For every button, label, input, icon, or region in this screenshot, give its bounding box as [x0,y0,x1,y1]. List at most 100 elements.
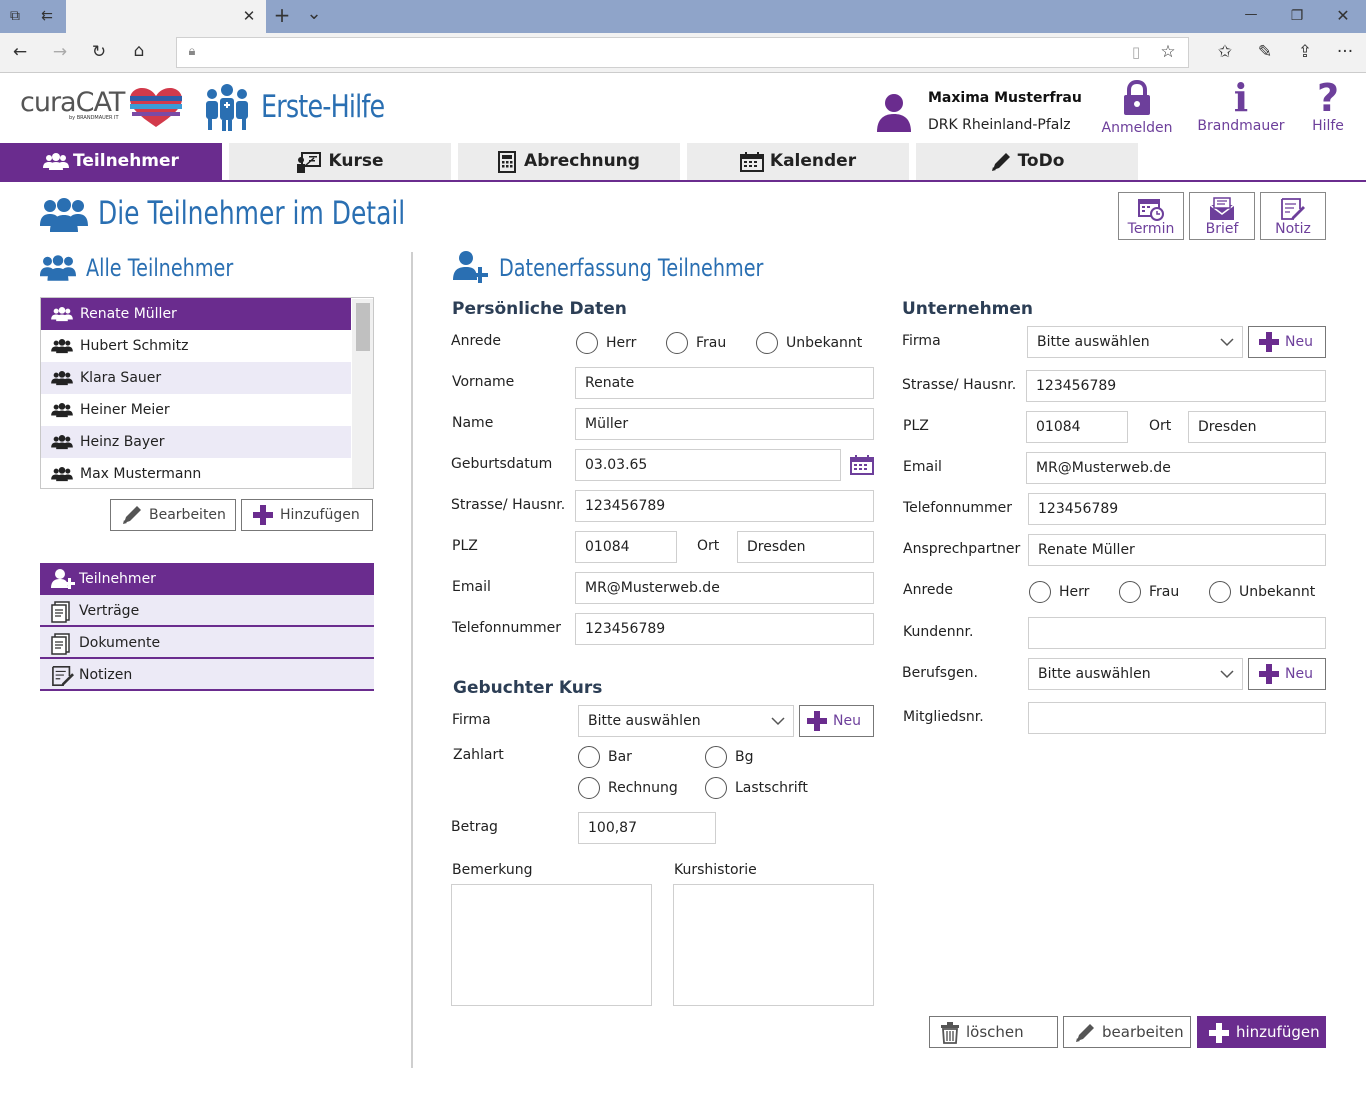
brief-button[interactable]: Brief [1189,192,1255,240]
form-title: Datenerfassung Teilnehmer [499,254,764,282]
termin-label: Termin [1127,221,1175,237]
tab-close-icon[interactable]: ✕ [238,6,260,26]
favorites-icon[interactable]: ✩ [1214,42,1236,62]
forward-icon[interactable]: → [49,42,71,62]
new-tab-icon[interactable]: + [271,5,293,25]
radio-lastschrift[interactable] [705,777,727,799]
radio-herr[interactable] [576,332,598,354]
restore-icon[interactable]: ❐ [1286,6,1308,26]
email-field[interactable]: MR@Musterweb.de [575,572,874,604]
refresh-icon[interactable]: ↻ [88,42,110,62]
select-value: Bitte auswählen [1038,666,1151,682]
calendar-clock-icon [1138,199,1164,221]
tab-menu-icon[interactable]: ⌄ [303,4,325,24]
radio-label: Bg [735,749,754,765]
radio-frau[interactable] [1119,581,1141,603]
add-participant-button[interactable]: Hinzufügen [241,499,373,531]
list-item[interactable]: Heiner Meier [41,394,351,426]
kurs-new-button[interactable]: Neu [799,705,874,737]
radio-bar[interactable] [578,746,600,768]
add-button[interactable]: hinzufügen [1197,1016,1326,1048]
company-telefon-field[interactable]: 123456789 [1028,493,1326,525]
company-strasse-field[interactable]: 123456789 [1026,370,1326,402]
radio-unbekannt[interactable] [1209,581,1231,603]
telefon-field[interactable]: 123456789 [575,613,874,645]
browser-tab[interactable]: ✕ [66,0,266,33]
tab-abrechnung[interactable]: Abrechnung [458,143,680,180]
tab-aside-icon[interactable]: ⇇ [36,6,58,26]
strasse-field[interactable]: 123456789 [575,490,874,522]
list-item[interactable]: Renate Müller [41,298,351,330]
list-scrollbar[interactable] [352,299,373,488]
email-label: Email [452,579,491,595]
browser-address-bar: ← → ↻ ⌂ 🔒︎ ▯ ☆ ✩ ✎ ⇪ ··· [0,33,1366,73]
company-firma-select[interactable]: Bitte auswählen [1027,326,1243,358]
list-item[interactable]: Klara Sauer [41,362,351,394]
kundennr-label: Kundennr. [903,624,974,640]
menu-vertraege[interactable]: Verträge [40,595,374,627]
menu-teilnehmer[interactable]: Teilnehmer [40,563,374,595]
brandmauer-button[interactable]: i Brandmauer [1196,78,1286,135]
share-icon[interactable]: ⇪ [1294,42,1316,62]
participant-name: Heiner Meier [80,402,170,418]
kurshistorie-box[interactable] [673,884,874,1006]
menu-notizen[interactable]: Notizen [40,659,374,691]
edit-button[interactable]: bearbeiten [1063,1016,1191,1048]
berufsgen-new-button[interactable]: Neu [1248,658,1326,690]
tab-label: Kurse [328,151,384,171]
pen-icon[interactable]: ✎ [1254,42,1276,62]
user-avatar-icon[interactable] [876,92,912,132]
betrag-field[interactable]: 100,87 [578,812,716,844]
help-button[interactable]: ? Hilfe [1306,78,1350,134]
favorite-icon[interactable]: ☆ [1157,42,1179,62]
company-new-button[interactable]: Neu [1248,326,1326,358]
geburtsdatum-field[interactable]: 03.03.65 [575,449,841,481]
menu-dokumente[interactable]: Dokumente [40,627,374,659]
ansprechpartner-field[interactable]: Renate Müller [1028,534,1326,566]
company-email-field[interactable]: MR@Musterweb.de [1026,452,1326,484]
kundennr-field[interactable] [1028,617,1326,649]
more-icon[interactable]: ··· [1334,42,1356,62]
tab-actions-icon[interactable]: ⧉ [4,6,26,26]
vorname-field[interactable]: Renate [575,367,874,399]
tab-todo[interactable]: ToDo [916,143,1138,180]
scrollbar-thumb[interactable] [356,303,370,351]
url-field[interactable]: 🔒︎ ▯ ☆ [176,37,1189,68]
strasse-label: Strasse/ Hausnr. [451,497,566,513]
home-icon[interactable]: ⌂ [128,41,150,61]
radio-unbekannt[interactable] [756,332,778,354]
tab-teilnehmer[interactable]: Teilnehmer [0,143,222,180]
notiz-button[interactable]: Notiz [1260,192,1326,240]
company-ort-field[interactable]: Dresden [1188,411,1326,443]
bemerkung-textarea[interactable] [451,884,652,1006]
name-field[interactable]: Müller [575,408,874,440]
window-close-icon[interactable]: ✕ [1332,6,1354,26]
plz-field[interactable]: 01084 [575,531,677,563]
minimize-icon[interactable]: — [1240,5,1262,25]
termin-button[interactable]: Termin [1118,192,1184,240]
list-item[interactable]: Max Mustermann [41,458,351,488]
login-button[interactable]: Anmelden [1100,79,1174,136]
kurs-firma-select[interactable]: Bitte auswählen [578,705,794,737]
tab-kurse[interactable]: Kurse [229,143,451,180]
radio-bg[interactable] [705,746,727,768]
geburtsdatum-label: Geburtsdatum [451,456,553,472]
radio-rechnung[interactable] [578,777,600,799]
radio-label: Unbekannt [786,335,863,351]
user-add-icon [453,251,488,283]
list-item[interactable]: Heinz Bayer [41,426,351,458]
radio-herr[interactable] [1029,581,1051,603]
reading-view-icon[interactable]: ▯ [1125,42,1147,62]
back-icon[interactable]: ← [9,42,31,62]
calendar-icon[interactable] [850,454,874,476]
delete-button[interactable]: löschen [929,1016,1058,1048]
berufsgen-select[interactable]: Bitte auswählen [1028,658,1243,690]
tab-kalender[interactable]: Kalender [687,143,909,180]
ort-field[interactable]: Dresden [737,531,874,563]
company-plz-field[interactable]: 01084 [1026,411,1128,443]
plus-icon [807,711,827,731]
edit-participant-button[interactable]: Bearbeiten [110,499,236,531]
list-item[interactable]: Hubert Schmitz [41,330,351,362]
radio-frau[interactable] [666,332,688,354]
mitgliedsnr-field[interactable] [1028,702,1326,734]
